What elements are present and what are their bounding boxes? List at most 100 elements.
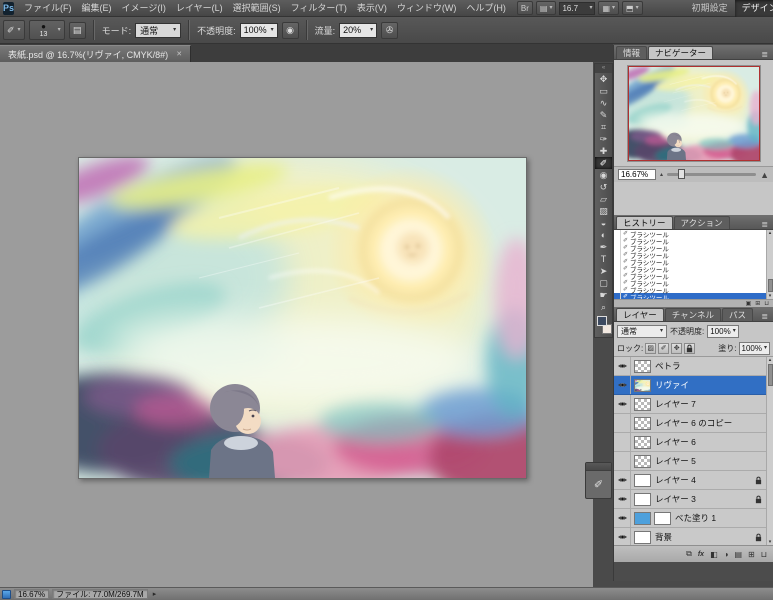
link-layers-icon[interactable]: ⧉	[686, 549, 692, 559]
visibility-toggle[interactable]	[614, 490, 631, 508]
layer-row-selected[interactable]: リヴァイ	[614, 376, 766, 395]
pen-tool[interactable]: ✒	[595, 241, 612, 253]
scrollbar-thumb[interactable]	[767, 364, 773, 386]
clone-stamp-tool[interactable]: ◉	[595, 169, 612, 181]
type-tool[interactable]: T	[595, 253, 612, 265]
layer-thumbnail[interactable]	[634, 397, 651, 411]
toolbox-grip[interactable]: «	[595, 64, 612, 73]
opacity-input[interactable]: 100% ▾	[239, 22, 278, 38]
layer-row[interactable]: ペトラ	[614, 357, 766, 376]
blur-tool[interactable]: ◒	[595, 217, 612, 229]
tab-navigator[interactable]: ナビゲーター	[648, 46, 714, 59]
visibility-toggle[interactable]	[614, 395, 631, 413]
menu-window[interactable]: ウィンドウ(W)	[392, 0, 462, 17]
layer-thumbnail[interactable]	[634, 435, 651, 449]
tab-layers[interactable]: レイヤー	[616, 308, 664, 321]
new-layer-icon[interactable]: ⊞	[748, 550, 755, 559]
tab-actions[interactable]: アクション	[673, 216, 730, 229]
menu-edit[interactable]: 編集(E)	[77, 0, 117, 17]
toggle-brush-panel-button[interactable]: ▤	[68, 21, 86, 39]
layer-thumbnail[interactable]	[634, 378, 651, 392]
hand-tool[interactable]: ☛	[595, 289, 612, 301]
panel-menu-icon[interactable]: ≣	[758, 50, 771, 59]
navigator-proxy-preview[interactable]	[627, 66, 760, 161]
collapsed-dock-grip[interactable]	[586, 463, 611, 471]
crop-tool[interactable]: ⌗	[595, 121, 612, 133]
layer-style-icon[interactable]: fx	[698, 551, 704, 558]
visibility-toggle[interactable]	[614, 528, 631, 545]
tool-preset-picker[interactable]: ✐ ▾	[3, 20, 25, 40]
visibility-toggle[interactable]	[614, 509, 631, 527]
visibility-toggle[interactable]	[614, 452, 631, 470]
blend-mode-select[interactable]: 通常 ▾	[617, 324, 667, 338]
layer-thumbnail[interactable]	[634, 492, 651, 506]
foreground-color-swatch[interactable]	[597, 316, 607, 326]
layer-thumbnail[interactable]	[634, 454, 651, 468]
layer-row[interactable]: レイヤー 4	[614, 471, 766, 490]
layer-mask-thumbnail[interactable]	[654, 511, 671, 525]
scroll-up-icon[interactable]: ▴	[769, 230, 772, 236]
document-canvas[interactable]	[78, 157, 527, 479]
view-extras-button[interactable]: ▤ ▾	[535, 1, 557, 15]
scrollbar-thumb[interactable]	[767, 279, 773, 292]
history-source-checkbox[interactable]	[614, 279, 621, 286]
history-source-checkbox[interactable]	[614, 244, 621, 251]
tab-history[interactable]: ヒストリー	[616, 216, 673, 229]
zoom-level-input[interactable]: 16.7 ▾	[559, 1, 596, 15]
tab-paths[interactable]: パス	[722, 308, 754, 321]
visibility-toggle[interactable]	[614, 376, 631, 394]
workspace-essentials[interactable]: 初期設定	[685, 0, 735, 17]
dodge-tool[interactable]: ◐	[595, 229, 612, 241]
zoom-in-icon[interactable]: ▲	[760, 170, 769, 180]
lasso-tool[interactable]: ∿	[595, 97, 612, 109]
menu-file[interactable]: ファイル(F)	[19, 0, 77, 17]
delete-layer-icon[interactable]: ⊔	[761, 550, 767, 559]
history-source-checkbox[interactable]	[614, 286, 621, 293]
fill-layer-swatch[interactable]	[634, 511, 651, 525]
brush-tool[interactable]: ✐	[595, 157, 612, 169]
menu-view[interactable]: 表示(V)	[352, 0, 392, 17]
history-scrollbar[interactable]: ▴ ▾	[766, 230, 773, 299]
layer-fill-input[interactable]: 100% ▾	[738, 341, 770, 355]
scroll-down-icon[interactable]: ▾	[769, 539, 772, 545]
workspace-design[interactable]: デザイン	[734, 0, 773, 17]
layer-thumbnail[interactable]	[634, 473, 651, 487]
slider-thumb[interactable]	[677, 169, 685, 179]
scroll-up-icon[interactable]: ▴	[769, 357, 772, 363]
lock-move-button[interactable]: ✥	[671, 342, 683, 354]
new-document-from-state-icon[interactable]: ⊞	[755, 300, 760, 307]
layers-scrollbar[interactable]: ▴ ▾	[766, 357, 773, 545]
history-step-selected[interactable]: ✐ ブラシツール	[614, 293, 766, 299]
lock-paint-button[interactable]: ✐	[658, 342, 670, 354]
eyedropper-tool[interactable]: ✑	[595, 133, 612, 145]
healing-brush-tool[interactable]: ✚	[595, 145, 612, 157]
blend-mode-dropdown[interactable]: 通常 ▾	[135, 22, 182, 38]
arrange-documents-button[interactable]: ▦ ▾	[598, 1, 620, 15]
launch-bridge-button[interactable]: Br	[516, 1, 533, 15]
history-source-checkbox[interactable]	[614, 272, 621, 279]
add-layer-mask-icon[interactable]: ◧	[710, 550, 718, 559]
layer-opacity-input[interactable]: 100% ▾	[707, 324, 739, 338]
layer-thumbnail[interactable]	[634, 359, 651, 373]
status-menu-button[interactable]: ▸	[151, 590, 159, 598]
history-brush-tool[interactable]: ↺	[595, 181, 612, 193]
history-source-checkbox[interactable]	[614, 293, 621, 299]
pressure-opacity-button[interactable]: ◉	[281, 21, 299, 39]
gradient-tool[interactable]: ▨	[595, 205, 612, 217]
flow-input[interactable]: 20% ▾	[339, 22, 378, 38]
menu-image[interactable]: イメージ(I)	[117, 0, 171, 17]
visibility-toggle[interactable]	[614, 357, 631, 375]
document-tab[interactable]: 表紙.psd @ 16.7%(リヴァイ, CMYK/8#) ✕	[0, 45, 192, 62]
zoom-tool[interactable]: ⌕	[595, 301, 612, 313]
delete-state-icon[interactable]: ⊔	[764, 300, 769, 307]
visibility-toggle[interactable]	[614, 471, 631, 489]
history-source-checkbox[interactable]	[614, 230, 621, 237]
layer-row[interactable]: レイヤー 3	[614, 490, 766, 509]
navigator-zoom-input[interactable]: 16.67%	[618, 169, 656, 180]
menu-filter[interactable]: フィルター(T)	[286, 0, 352, 17]
tab-info[interactable]: 情報	[616, 46, 648, 59]
layer-row[interactable]: レイヤー 5	[614, 452, 766, 471]
history-source-checkbox[interactable]	[614, 265, 621, 272]
layer-row[interactable]: レイヤー 6	[614, 433, 766, 452]
layer-thumbnail[interactable]	[634, 416, 651, 430]
